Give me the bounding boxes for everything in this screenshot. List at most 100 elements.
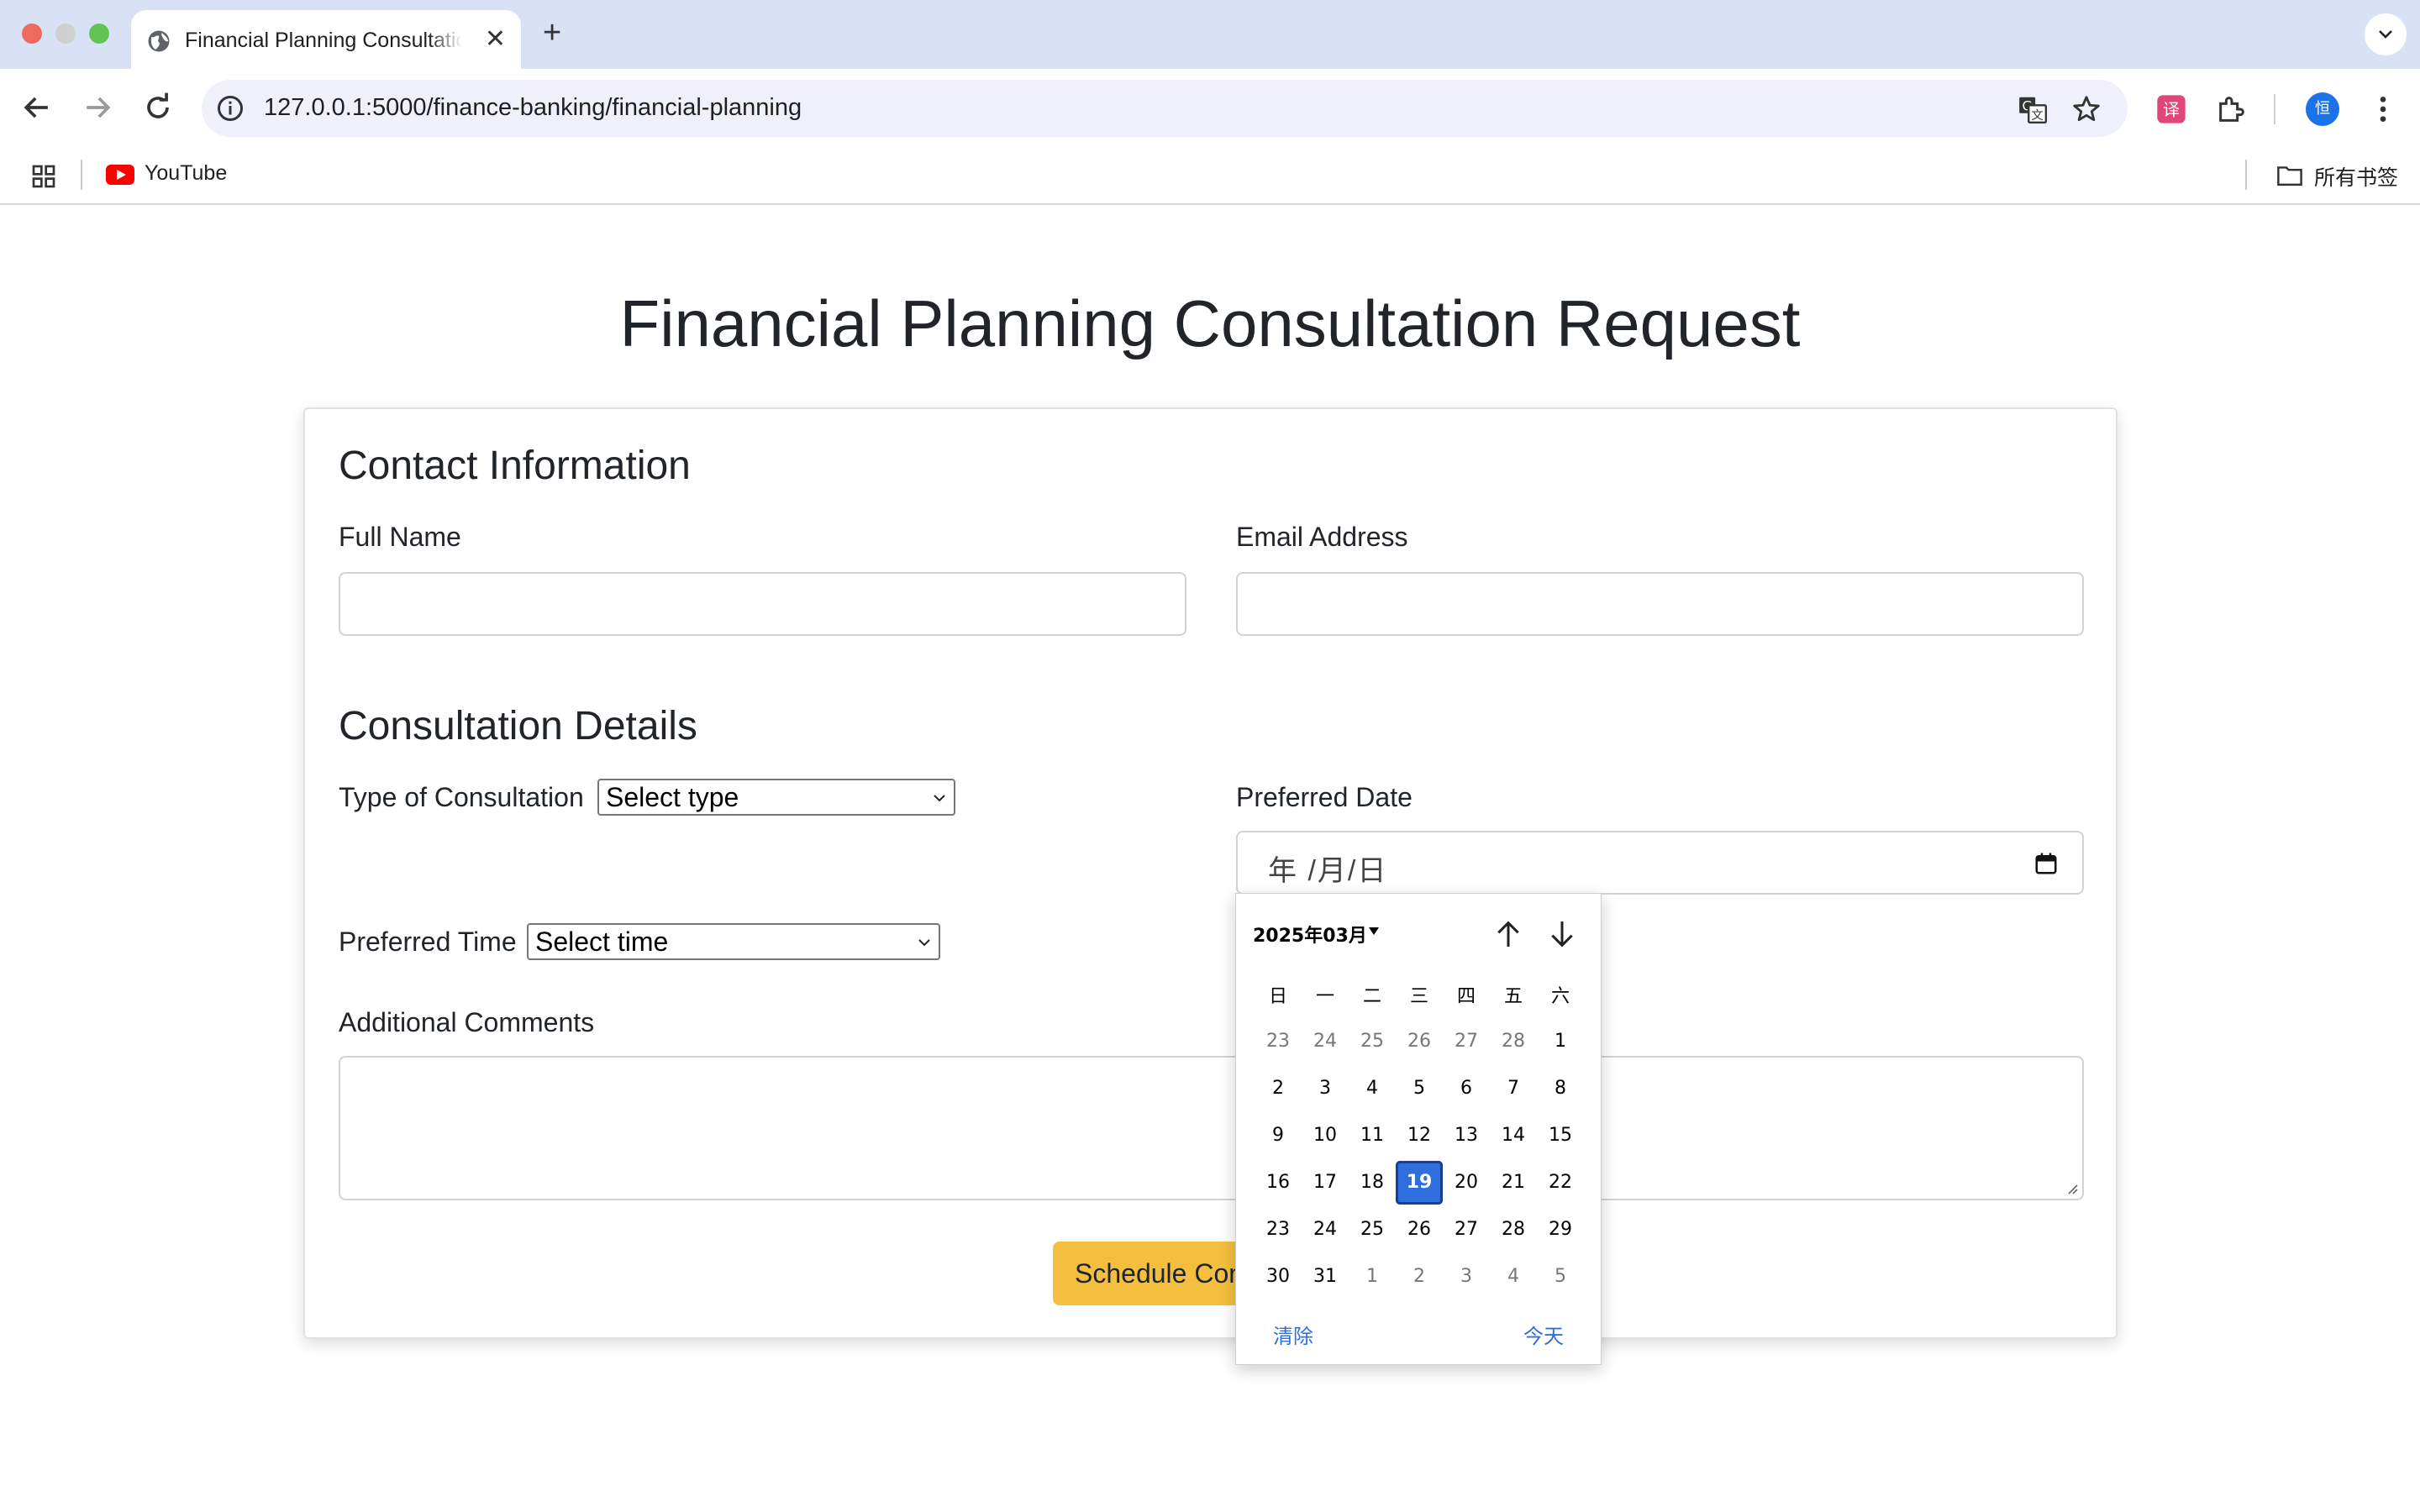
browser-tab-active[interactable]: Financial Planning Consultation Request … bbox=[131, 10, 521, 69]
day-cell[interactable]: 4 bbox=[1490, 1255, 1537, 1299]
full-name-input[interactable] bbox=[339, 572, 1186, 636]
comments-textarea[interactable] bbox=[339, 1056, 2084, 1200]
back-arrow-icon[interactable] bbox=[18, 89, 55, 126]
day-cell[interactable]: 6 bbox=[1443, 1067, 1490, 1110]
arrow-down-icon[interactable] bbox=[1545, 917, 1579, 951]
more-menu-icon[interactable] bbox=[2366, 92, 2400, 126]
consultation-type-select[interactable]: Select type bbox=[597, 779, 955, 816]
day-cell[interactable]: 9 bbox=[1255, 1114, 1302, 1158]
weekday-label: 三 bbox=[1409, 986, 1428, 1007]
day-cell[interactable]: 2 bbox=[1255, 1067, 1302, 1110]
bookmark-star-icon[interactable] bbox=[2070, 93, 2102, 125]
day-cell[interactable]: 1 bbox=[1537, 1020, 1584, 1063]
day-cell[interactable]: 28 bbox=[1490, 1208, 1537, 1252]
comments-label: Additional Comments bbox=[339, 1007, 595, 1037]
window-close-button[interactable] bbox=[22, 24, 42, 44]
full-name-label: Full Name bbox=[339, 522, 461, 552]
day-cell[interactable]: 20 bbox=[1443, 1161, 1490, 1205]
picker-month-selector[interactable]: 2025年03月 bbox=[1253, 921, 1367, 948]
weekday-label: 六 bbox=[1550, 986, 1570, 1007]
date-placeholder: 年 /月/日 bbox=[1268, 855, 1388, 887]
window-maximize-button[interactable] bbox=[89, 24, 109, 44]
day-cell[interactable]: 2 bbox=[1396, 1255, 1443, 1299]
day-cell[interactable]: 3 bbox=[1443, 1255, 1490, 1299]
day-cell[interactable]: 27 bbox=[1443, 1020, 1490, 1063]
weekday-label: 日 bbox=[1268, 986, 1287, 1007]
day-cell[interactable]: 10 bbox=[1302, 1114, 1349, 1158]
chevron-down-icon bbox=[918, 939, 930, 947]
tab-search-button[interactable] bbox=[2365, 13, 2407, 55]
arrow-up-icon[interactable] bbox=[1491, 917, 1525, 951]
tab-title: Financial Planning Consultation Request bbox=[185, 29, 462, 53]
folder-icon[interactable] bbox=[2275, 163, 2304, 188]
day-cell[interactable]: 14 bbox=[1490, 1114, 1537, 1158]
day-cell[interactable]: 23 bbox=[1255, 1208, 1302, 1252]
day-cell-selected[interactable]: 19 bbox=[1396, 1161, 1443, 1205]
preferred-time-selected: Select time bbox=[535, 927, 669, 957]
day-cell[interactable]: 7 bbox=[1490, 1067, 1537, 1110]
day-cell[interactable]: 25 bbox=[1349, 1020, 1396, 1063]
preferred-date-label: Preferred Date bbox=[1236, 782, 1413, 812]
day-cell[interactable]: 16 bbox=[1255, 1161, 1302, 1205]
extensions-puzzle-icon[interactable] bbox=[2215, 92, 2249, 126]
day-cell[interactable]: 3 bbox=[1302, 1067, 1349, 1110]
day-cell[interactable]: 23 bbox=[1255, 1020, 1302, 1063]
consultation-form-card: Contact Information Full Name Email Addr… bbox=[303, 407, 2118, 1339]
day-cell[interactable]: 30 bbox=[1255, 1255, 1302, 1299]
svg-text:文: 文 bbox=[2031, 108, 2043, 123]
translator-extension-icon[interactable]: 译 bbox=[2154, 92, 2188, 126]
browser-titlebar: Financial Planning Consultation Request … bbox=[0, 0, 2420, 69]
day-cell[interactable]: 12 bbox=[1396, 1114, 1443, 1158]
day-cell[interactable]: 4 bbox=[1349, 1067, 1396, 1110]
email-input[interactable] bbox=[1236, 572, 2084, 636]
day-cell[interactable]: 1 bbox=[1349, 1255, 1396, 1299]
day-cell[interactable]: 27 bbox=[1443, 1208, 1490, 1252]
preferred-time-select[interactable]: Select time bbox=[527, 923, 940, 960]
window-minimize-button[interactable] bbox=[55, 24, 76, 44]
day-cell[interactable]: 26 bbox=[1396, 1020, 1443, 1063]
chevron-down-icon bbox=[934, 795, 945, 802]
forward-arrow-icon[interactable] bbox=[79, 89, 116, 126]
day-cell[interactable]: 31 bbox=[1302, 1255, 1349, 1299]
bookmark-youtube[interactable]: YouTube bbox=[145, 161, 227, 186]
calendar-icon[interactable] bbox=[2033, 851, 2059, 876]
day-cell[interactable]: 11 bbox=[1349, 1114, 1396, 1158]
day-cell[interactable]: 24 bbox=[1302, 1020, 1349, 1063]
day-cell[interactable]: 17 bbox=[1302, 1161, 1349, 1205]
url-text[interactable]: 127.0.0.1:5000/finance-banking/financial… bbox=[264, 94, 802, 122]
today-link[interactable]: 今天 bbox=[1523, 1320, 1564, 1349]
day-cell[interactable]: 5 bbox=[1537, 1255, 1584, 1299]
day-cell[interactable]: 5 bbox=[1396, 1067, 1443, 1110]
profile-avatar[interactable]: 恒 bbox=[2306, 92, 2339, 126]
weekday-label: 二 bbox=[1362, 986, 1381, 1007]
page-title: Financial Planning Consultation Request bbox=[619, 286, 1801, 360]
day-cell[interactable]: 8 bbox=[1537, 1067, 1584, 1110]
close-tab-icon[interactable]: ✕ bbox=[485, 27, 506, 52]
day-cell[interactable]: 21 bbox=[1490, 1161, 1537, 1205]
reload-icon[interactable] bbox=[139, 89, 176, 126]
day-cell[interactable]: 25 bbox=[1349, 1208, 1396, 1252]
translate-icon[interactable]: G文 bbox=[2017, 93, 2049, 125]
toolbar-divider bbox=[2274, 94, 2275, 124]
day-cell[interactable]: 24 bbox=[1302, 1208, 1349, 1252]
day-cell[interactable]: 13 bbox=[1443, 1114, 1490, 1158]
all-bookmarks-link[interactable]: 所有书签 bbox=[2314, 161, 2398, 192]
address-bar[interactable]: 127.0.0.1:5000/finance-banking/financial… bbox=[202, 80, 2128, 137]
day-cell[interactable]: 29 bbox=[1537, 1208, 1584, 1252]
site-info-icon[interactable] bbox=[215, 93, 245, 123]
day-cell[interactable]: 28 bbox=[1490, 1020, 1537, 1063]
resize-handle-icon[interactable] bbox=[2064, 1180, 2079, 1195]
day-cell[interactable]: 18 bbox=[1349, 1161, 1396, 1205]
svg-text:译: 译 bbox=[2163, 100, 2180, 120]
date-picker-popup: 2025年03月 日一二三四五六 23 24 25 26 27 28 1 2 3 4 5 6 7 8 9 10… bbox=[1235, 893, 1602, 1365]
apps-grid-icon[interactable] bbox=[30, 163, 57, 190]
caret-down-icon[interactable] bbox=[1369, 927, 1379, 935]
new-tab-button[interactable]: + bbox=[543, 15, 561, 50]
bookmarks-divider-right bbox=[2245, 160, 2247, 190]
clear-date-link[interactable]: 清除 bbox=[1273, 1320, 1313, 1349]
day-cell[interactable]: 15 bbox=[1537, 1114, 1584, 1158]
youtube-icon[interactable] bbox=[106, 165, 134, 185]
day-cell[interactable]: 26 bbox=[1396, 1208, 1443, 1252]
preferred-date-input[interactable]: 年 /月/日 bbox=[1236, 831, 2084, 895]
day-cell[interactable]: 22 bbox=[1537, 1161, 1584, 1205]
